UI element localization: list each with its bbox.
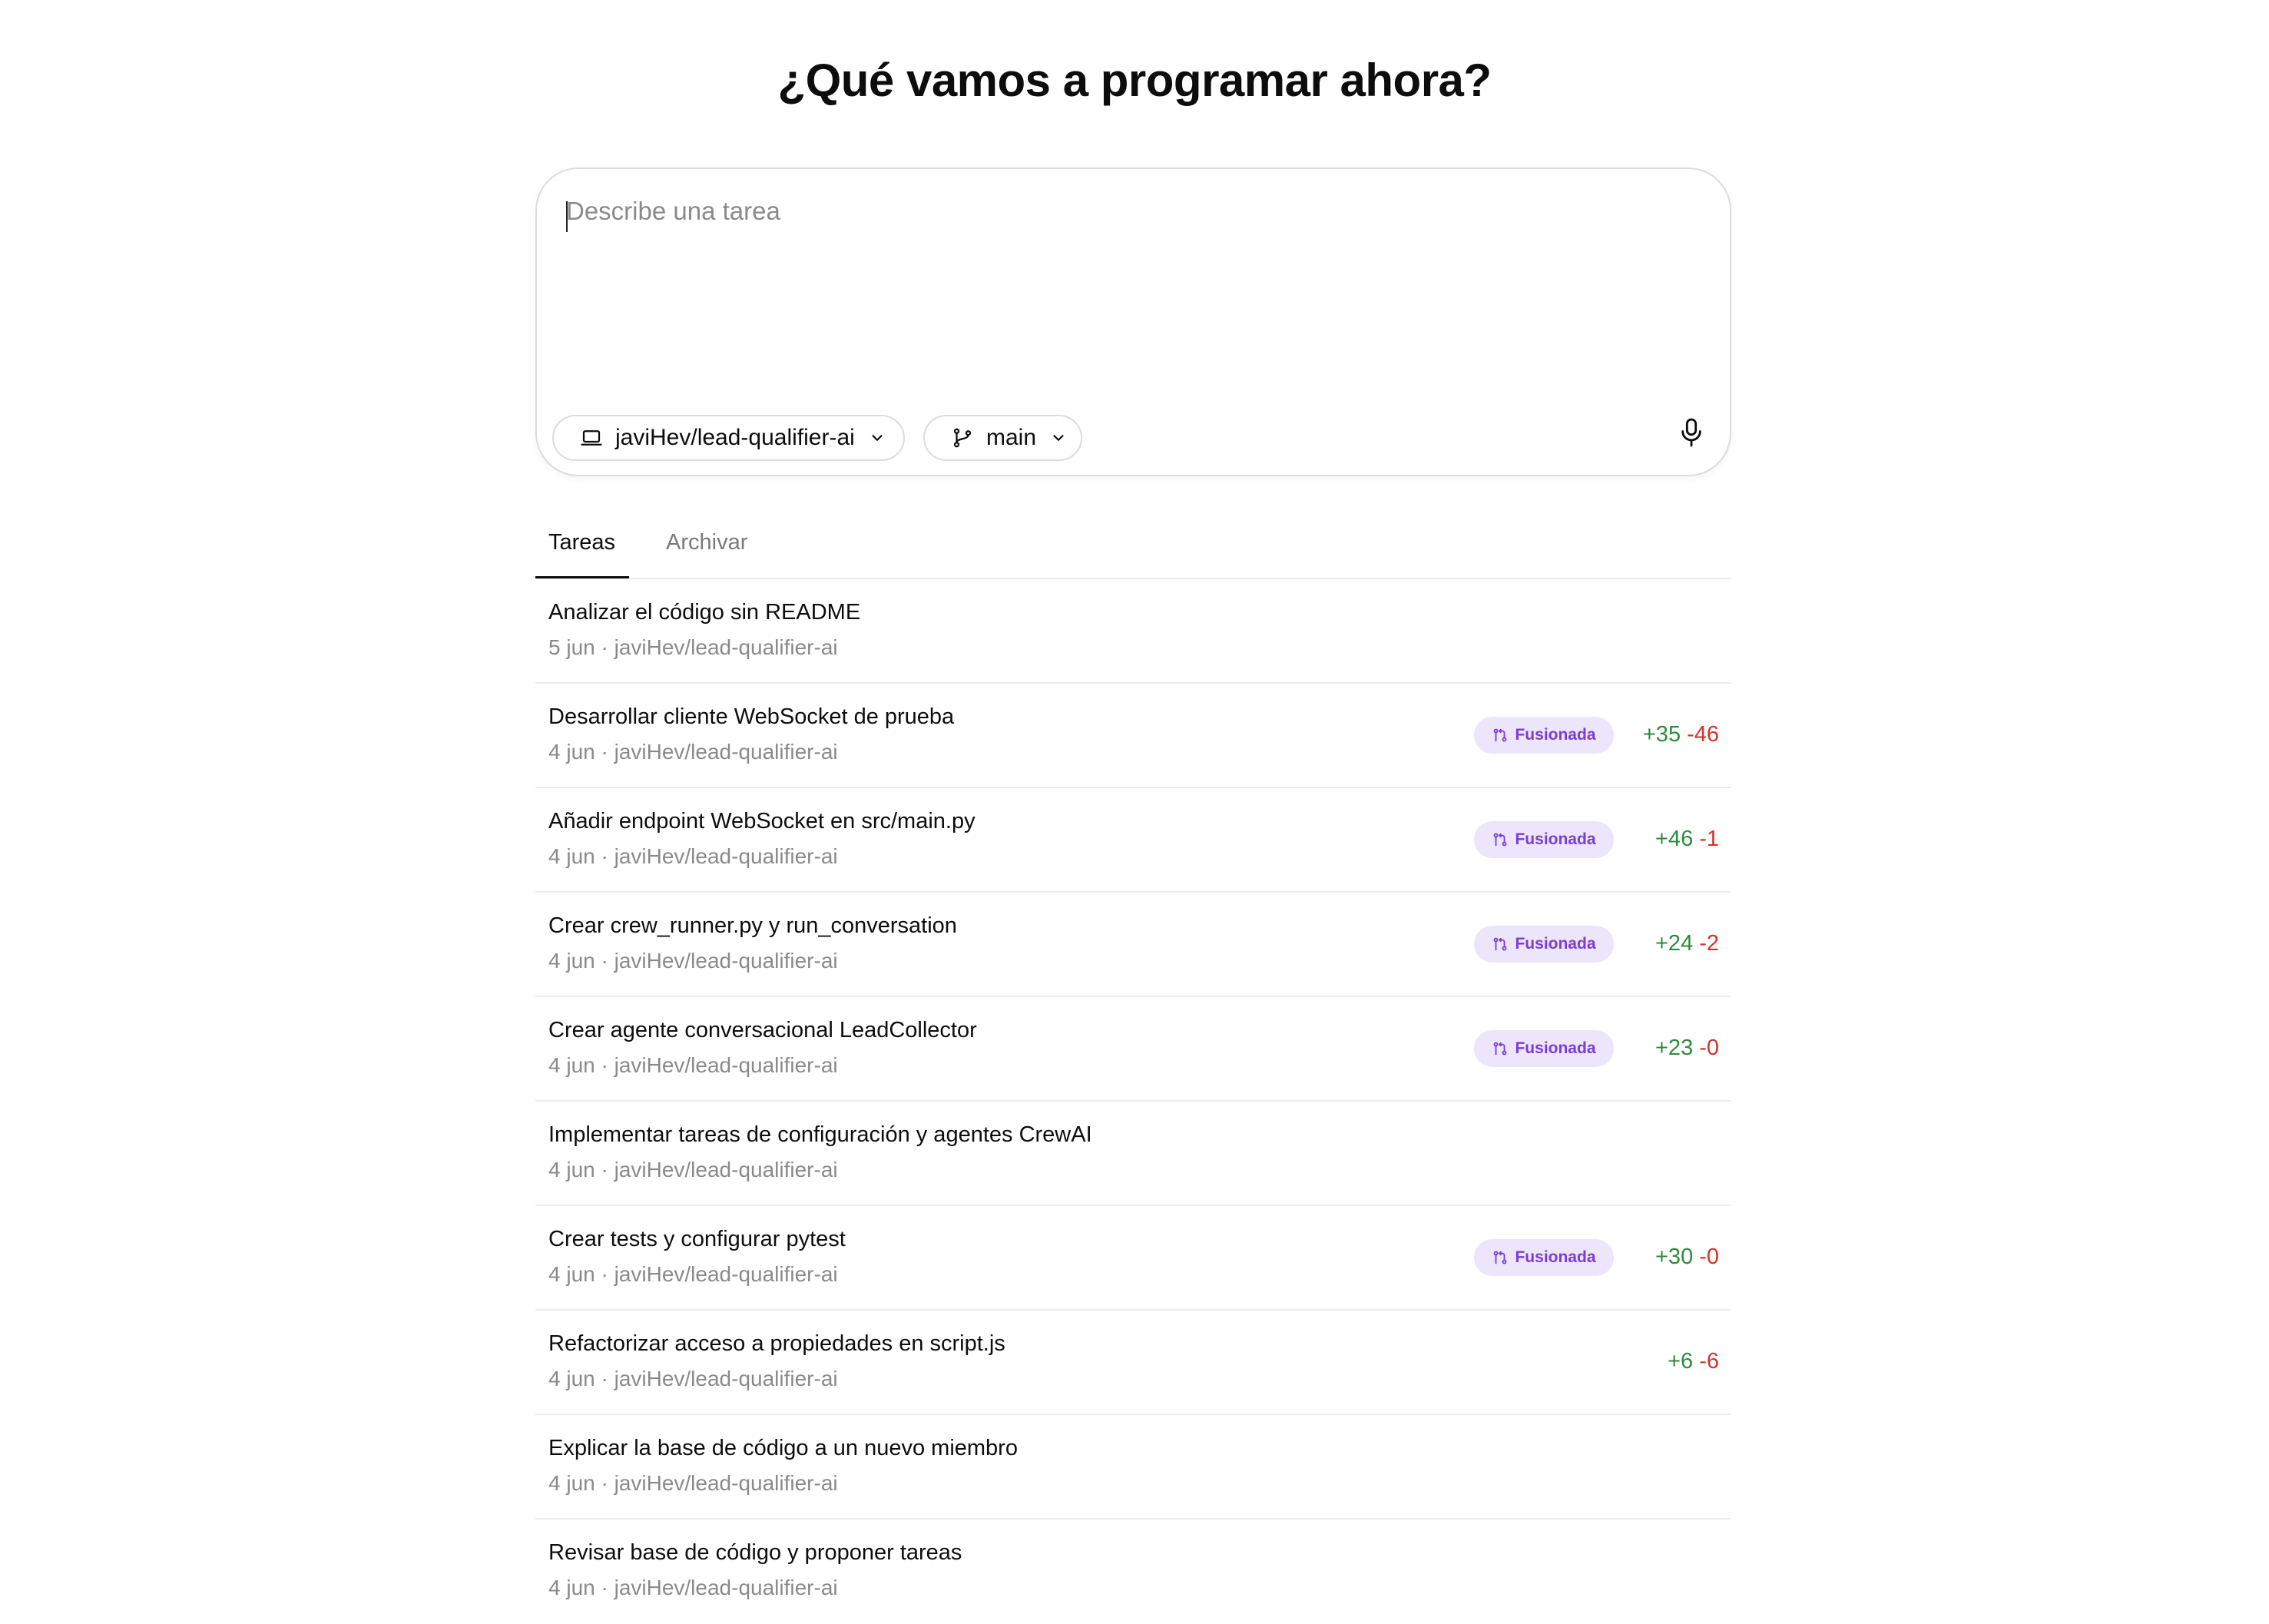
- task-description-input[interactable]: [566, 197, 1688, 335]
- merged-status-badge: Fusionada: [1474, 717, 1614, 754]
- branch-selector-label: main: [986, 425, 1037, 450]
- lines-removed: -6: [1699, 1349, 1719, 1374]
- task-meta: 4 jun · javiHev/lead-qualifier-ai: [548, 1262, 838, 1286]
- lines-added: +23: [1655, 1036, 1694, 1060]
- microphone-button[interactable]: [1676, 416, 1707, 452]
- git-merge-icon: [1492, 936, 1509, 953]
- task-title: Revisar base de código y proponer tareas: [548, 1540, 962, 1565]
- merged-status-label: Fusionada: [1515, 1039, 1596, 1057]
- task-meta: 4 jun · javiHev/lead-qualifier-ai: [548, 740, 838, 764]
- task-row[interactable]: Implementar tareas de configuración y ag…: [535, 1102, 1731, 1206]
- chevron-down-icon: [1050, 429, 1067, 446]
- lines-added: +30: [1655, 1245, 1694, 1269]
- branch-selector[interactable]: main: [923, 415, 1082, 461]
- task-row[interactable]: Crear tests y configurar pytest 4 jun · …: [535, 1206, 1731, 1311]
- git-merge-icon: [1492, 831, 1509, 848]
- task-title: Desarrollar cliente WebSocket de prueba: [548, 704, 955, 729]
- lines-added: +6: [1668, 1349, 1694, 1374]
- lines-added: +24: [1655, 931, 1694, 956]
- diff-stats: +24 -2: [1655, 931, 1719, 956]
- task-title: Refactorizar acceso a propiedades en scr…: [548, 1331, 1005, 1356]
- lines-removed: -1: [1699, 827, 1719, 851]
- lines-removed: -0: [1699, 1036, 1719, 1060]
- task-row[interactable]: Revisar base de código y proponer tareas…: [535, 1520, 1731, 1624]
- task-title: Crear agente conversacional LeadCollecto…: [548, 1018, 977, 1042]
- microphone-icon: [1678, 417, 1704, 452]
- task-composer: javiHev/lead-qualifier-ai main: [535, 167, 1731, 476]
- git-merge-icon: [1492, 1040, 1509, 1057]
- git-merge-icon: [1492, 1249, 1509, 1266]
- lines-removed: -0: [1699, 1245, 1719, 1269]
- task-row[interactable]: Desarrollar cliente WebSocket de prueba …: [535, 684, 1731, 788]
- lines-added: +46: [1655, 827, 1694, 851]
- task-row[interactable]: Añadir endpoint WebSocket en src/main.py…: [535, 788, 1731, 893]
- task-row[interactable]: Analizar el código sin README 5 jun · ja…: [535, 579, 1731, 684]
- merged-status-label: Fusionada: [1515, 830, 1596, 848]
- merged-status-badge: Fusionada: [1474, 926, 1614, 963]
- tab-tareas[interactable]: Tareas: [548, 530, 615, 555]
- diff-stats: +30 -0: [1655, 1245, 1719, 1270]
- lines-removed: -46: [1687, 722, 1719, 747]
- task-title: Analizar el código sin README: [548, 600, 861, 625]
- merged-status-label: Fusionada: [1515, 726, 1596, 744]
- repo-selector[interactable]: javiHev/lead-qualifier-ai: [552, 415, 905, 461]
- task-meta: 4 jun · javiHev/lead-qualifier-ai: [548, 1158, 838, 1182]
- merged-status-label: Fusionada: [1515, 935, 1596, 953]
- repo-selector-label: javiHev/lead-qualifier-ai: [615, 425, 855, 450]
- task-tabs: Tareas Archivar: [535, 507, 1731, 579]
- lines-removed: -2: [1699, 931, 1719, 956]
- active-tab-indicator: [535, 576, 629, 578]
- task-title: Crear crew_runner.py y run_conversation: [548, 913, 957, 938]
- lines-added: +35: [1642, 722, 1681, 747]
- task-meta: 4 jun · javiHev/lead-qualifier-ai: [548, 1367, 838, 1390]
- text-cursor: [566, 201, 568, 232]
- diff-stats: +35 -46: [1643, 722, 1719, 747]
- tab-archivar[interactable]: Archivar: [666, 530, 747, 555]
- merged-status-badge: Fusionada: [1474, 1030, 1614, 1067]
- task-list: Analizar el código sin README 5 jun · ja…: [535, 579, 1731, 1624]
- diff-stats: +46 -1: [1655, 827, 1719, 852]
- task-row[interactable]: Crear crew_runner.py y run_conversation …: [535, 893, 1731, 997]
- task-row[interactable]: Explicar la base de código a un nuevo mi…: [535, 1415, 1731, 1520]
- page-title: ¿Qué vamos a programar ahora?: [777, 55, 1492, 106]
- task-meta: 4 jun · javiHev/lead-qualifier-ai: [548, 1471, 838, 1495]
- merged-status-label: Fusionada: [1515, 1248, 1596, 1266]
- git-branch-icon: [951, 426, 974, 449]
- task-row[interactable]: Crear agente conversacional LeadCollecto…: [535, 997, 1731, 1102]
- merged-status-badge: Fusionada: [1474, 821, 1614, 858]
- git-merge-icon: [1492, 727, 1509, 744]
- task-meta: 5 jun · javiHev/lead-qualifier-ai: [548, 635, 838, 659]
- laptop-icon: [580, 426, 603, 449]
- task-title: Añadir endpoint WebSocket en src/main.py: [548, 809, 976, 834]
- task-meta: 4 jun · javiHev/lead-qualifier-ai: [548, 844, 838, 868]
- task-row[interactable]: Refactorizar acceso a propiedades en scr…: [535, 1311, 1731, 1415]
- task-title: Explicar la base de código a un nuevo mi…: [548, 1436, 1018, 1460]
- merged-status-badge: Fusionada: [1474, 1239, 1614, 1276]
- chevron-down-icon: [869, 429, 886, 446]
- task-meta: 4 jun · javiHev/lead-qualifier-ai: [548, 1053, 838, 1077]
- diff-stats: +6 -6: [1668, 1349, 1719, 1374]
- task-title: Implementar tareas de configuración y ag…: [548, 1122, 1092, 1147]
- task-meta: 4 jun · javiHev/lead-qualifier-ai: [548, 949, 838, 973]
- diff-stats: +23 -0: [1655, 1036, 1719, 1061]
- task-meta: 4 jun · javiHev/lead-qualifier-ai: [548, 1576, 838, 1599]
- task-title: Crear tests y configurar pytest: [548, 1227, 846, 1251]
